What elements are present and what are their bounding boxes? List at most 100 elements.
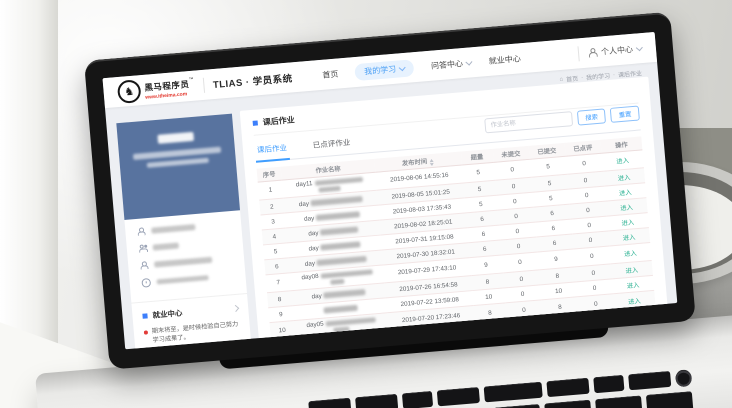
enter-link[interactable]: 进入 [619,189,632,197]
reset-button[interactable]: 重置 [610,106,640,123]
logo-text: 黑马程序员™ www.itheima.com [144,75,195,101]
profile-info-row [141,271,233,287]
tab-homework[interactable]: 课后作业 [254,137,290,162]
blurred-name [324,305,358,313]
sort-icon[interactable] [430,158,435,165]
cell-not-submitted: 0 [505,300,542,321]
page-title: 课后作业 [262,114,295,128]
app-title: TLIAS · 学员系统 [212,70,293,91]
main-nav: 首页 我的学习 问答中心 就业中心 [322,50,522,84]
cell-no: 10 [270,321,295,341]
blurred-student-name [157,132,194,144]
enter-link[interactable]: 进入 [628,298,641,306]
user-icon [588,47,598,57]
name-prefix: day08 [301,273,319,281]
keyboard-key [593,375,624,393]
blurred-name [320,242,360,251]
user-menu-label: 个人中心 [601,43,634,57]
chevron-down-icon [399,64,406,71]
blurred-class-info [147,157,209,168]
col-publish-time-label: 发布时间 [402,158,428,167]
blurred-value [154,257,212,267]
employment-center-title: 就业中心 [152,303,234,321]
name-prefix: day [304,215,315,223]
keyboard-key [355,394,398,408]
clock-icon [141,278,150,287]
blurred-value [153,243,179,251]
blurred-name [330,279,344,286]
nav-employment-label: 就业中心 [488,53,521,67]
enter-link[interactable]: 进入 [623,234,636,242]
enter-link[interactable]: 进入 [625,267,638,275]
user-menu[interactable]: 个人中心 [588,43,643,58]
laptop-screen: ♞ 黑马程序员™ www.itheima.com TLIAS · 学员系统 首页… [102,32,677,349]
home-icon: ⌂ [559,76,563,82]
cell-submitted: 8 [541,297,578,318]
search-button[interactable]: 搜索 [577,108,607,125]
nav-home-label: 首页 [322,68,339,80]
power-key [675,369,692,387]
profile-info-row [137,220,229,236]
blurred-name [317,256,367,266]
blurred-name [311,196,363,206]
cell-no: 1 [258,180,283,200]
breadcrumb-separator: · [613,72,615,78]
header-divider [202,77,204,92]
blue-square-bullet [142,313,147,318]
nav-my-learning[interactable]: 我的学习 [355,59,415,81]
enter-link[interactable]: 进入 [616,158,629,166]
cell-no: 7 [266,273,291,293]
nav-qa-center[interactable]: 问答中心 [431,57,473,71]
profile-info-row [139,237,231,253]
profile-info-row [140,254,232,270]
breadcrumb-separator: · [581,75,583,81]
view-employment-materials-button[interactable]: 查看就业资料 [154,348,208,349]
name-prefix: day [299,200,310,208]
keyboard-key [402,391,433,408]
cell-reviewed: 0 [577,294,614,315]
name-prefix: day [308,244,319,252]
blurred-name [320,227,358,236]
enter-link[interactable]: 进入 [620,204,633,212]
nav-qa-label: 问答中心 [431,58,464,72]
blurred-name [316,211,360,220]
scene: ♞ 黑马程序员™ www.itheima.com TLIAS · 学员系统 首页… [0,0,732,408]
profile-info-list [124,210,246,301]
name-prefix: day [311,292,322,300]
name-prefix: day05 [306,320,324,328]
tab-reviewed-homework[interactable]: 已点评作业 [310,132,353,157]
sidebar: 就业中心 期末将至，是时候检验自己努力学习成果了。 查看就业资料 [116,114,251,350]
homework-table: 序号 作业名称 发布时间 题量 未提交 已提交 已点评 操作 [257,136,656,341]
enter-link[interactable]: 进入 [624,250,637,258]
chevron-right-icon [232,304,239,311]
chevron-down-icon [636,44,643,51]
header-divider [577,46,579,61]
blurred-name [319,185,341,192]
itheima-logo-icon: ♞ [117,79,142,104]
blurred-value [156,275,208,285]
laptop-lid: ♞ 黑马程序员™ www.itheima.com TLIAS · 学员系统 首页… [84,12,696,370]
nav-my-learning-label: 我的学习 [364,63,397,77]
chevron-down-icon [466,58,473,65]
cell-total: 8 [473,303,506,324]
homework-panel: 课后作业 课后作业 已点评作业 搜索 重置 [240,77,668,344]
keyboard-key [628,371,671,390]
laptop: ♞ 黑马程序员™ www.itheima.com TLIAS · 学员系统 首页… [40,0,732,408]
keyboard-key [484,382,543,403]
profile-card [116,114,240,220]
trademark: ™ [189,76,194,81]
person-icon [140,261,149,270]
nav-employment-center[interactable]: 就业中心 [488,53,521,67]
group-icon [139,244,148,253]
keyboard-key [546,378,589,397]
enter-link[interactable]: 进入 [621,219,634,227]
blurred-name [323,289,365,298]
nav-home[interactable]: 首页 [322,68,339,80]
keyboard-key [646,391,694,408]
name-prefix: day [308,229,319,237]
enter-link[interactable]: 进入 [627,282,640,290]
enter-link[interactable]: 进入 [618,174,631,182]
name-prefix: day [305,260,316,268]
keyboard-key [437,387,480,406]
blue-square-bullet [253,120,258,125]
